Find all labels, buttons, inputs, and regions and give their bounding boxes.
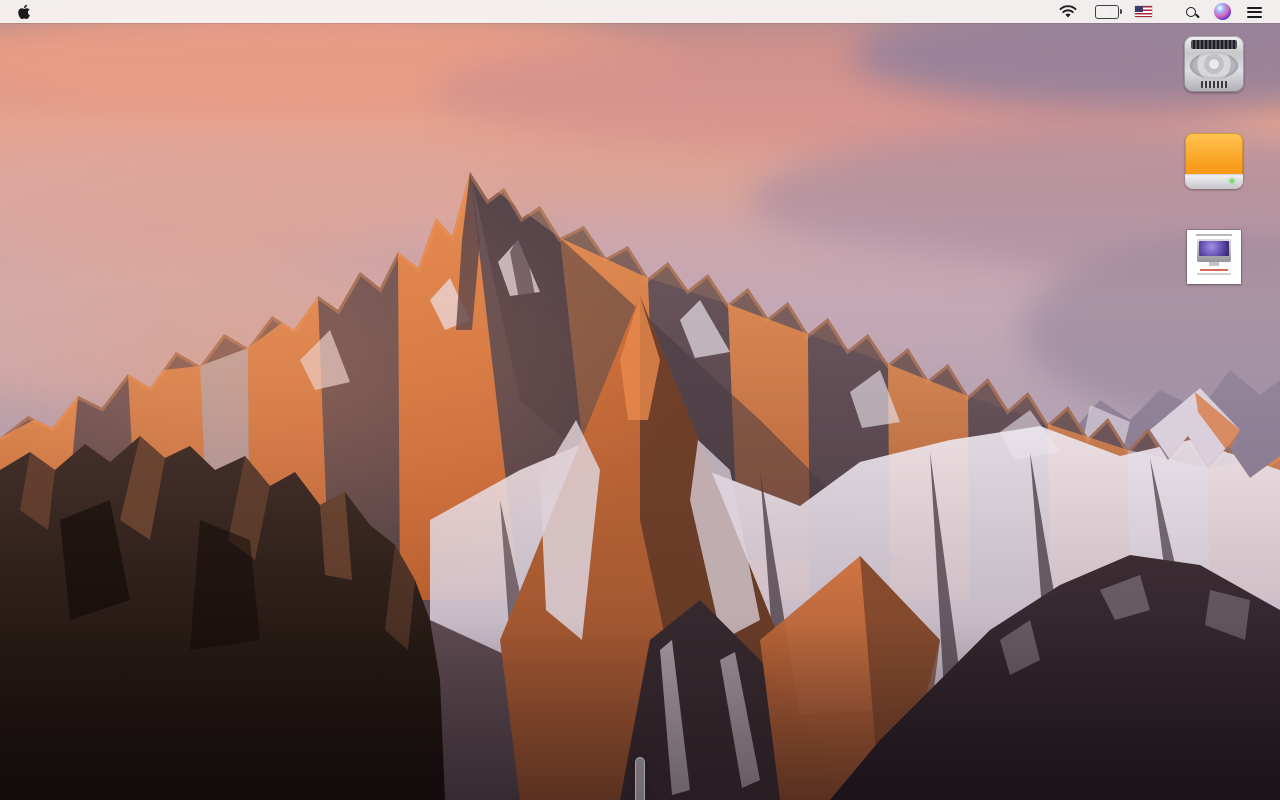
- notification-center-menu[interactable]: [1239, 6, 1270, 18]
- desktop-icon-image-file[interactable]: [1187, 230, 1241, 289]
- dock: [635, 757, 645, 800]
- menu-bar-status: [1051, 3, 1270, 20]
- wifi-icon: [1059, 5, 1077, 18]
- spotlight-search-icon: [1186, 6, 1196, 17]
- apple-menu[interactable]: [10, 4, 41, 20]
- macos-desktop: [0, 0, 1280, 800]
- input-source-menu[interactable]: [1127, 6, 1160, 17]
- battery-charging-icon: [1095, 4, 1122, 19]
- siri-icon: [1214, 3, 1231, 20]
- us-flag-icon: [1135, 6, 1152, 17]
- battery-menu[interactable]: [1085, 4, 1127, 19]
- spotlight-menu[interactable]: [1176, 6, 1206, 17]
- desktop-icon-column: [1168, 36, 1260, 289]
- siri-menu[interactable]: [1206, 3, 1239, 20]
- menu-bar: [0, 0, 1280, 23]
- hard-drive-icon: [1184, 36, 1244, 92]
- apple-icon: [18, 4, 30, 19]
- notification-center-icon: [1247, 6, 1262, 18]
- menu-bar-left: [10, 4, 161, 20]
- desktop-wallpaper: [0, 0, 1280, 800]
- desktop-icon-internal-drive[interactable]: [1184, 36, 1244, 97]
- png-preview-icon: [1187, 230, 1241, 284]
- desktop-icon-external-drive[interactable]: [1185, 133, 1243, 194]
- wifi-menu[interactable]: [1051, 5, 1085, 18]
- external-drive-icon: [1185, 133, 1243, 189]
